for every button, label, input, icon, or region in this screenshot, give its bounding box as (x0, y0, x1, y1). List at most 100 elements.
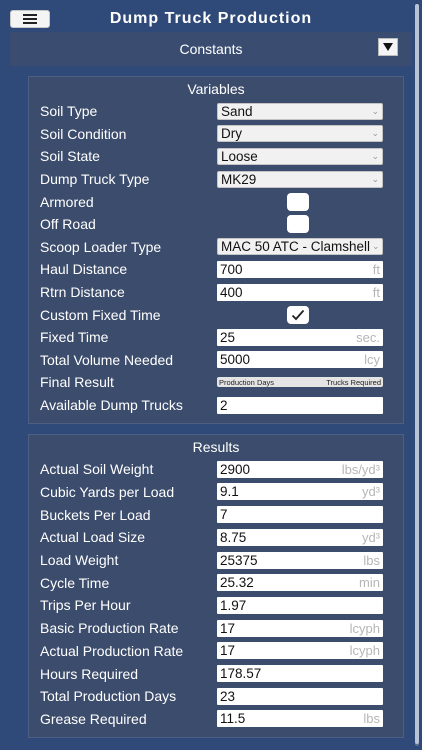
trips-per-hour-label: Trips Per Hour (40, 597, 131, 614)
basic-production-rate-output: 17 lcyph (217, 619, 383, 637)
cycle-time-row: Cycle Time 25.32 min (29, 572, 405, 595)
scoop-loader-type-label: Scoop Loader Type (40, 238, 162, 255)
grease-required-unit: lbs (363, 711, 380, 727)
basic-production-rate-row: Basic Production Rate 17 lcyph (29, 617, 405, 640)
armored-row: Armored (29, 190, 405, 213)
available-dump-trucks-input[interactable]: 2 (217, 396, 383, 414)
triangle-down-icon (383, 43, 393, 51)
custom-fixed-time-checkbox[interactable] (287, 305, 309, 324)
armored-checkbox[interactable] (287, 192, 309, 211)
top-bar: Dump Truck Production (0, 0, 422, 36)
total-volume-label: Total Volume Needed (40, 351, 174, 368)
actual-production-rate-label: Actual Production Rate (40, 642, 184, 659)
fixed-time-input[interactable]: 25 sec. (217, 328, 383, 346)
dump-truck-type-row: Dump Truck Type MK29 ⌄ (29, 168, 405, 191)
soil-type-row: Soil Type Sand ⌄ (29, 100, 405, 123)
actual-load-size-row: Actual Load Size 8.75 yd³ (29, 526, 405, 549)
cubic-yards-per-load-value: 9.1 (220, 484, 239, 500)
available-dump-trucks-label: Available Dump Trucks (40, 397, 183, 414)
grease-required-label: Grease Required (40, 710, 147, 727)
trips-per-hour-output: 1.97 (217, 596, 383, 614)
haul-distance-input[interactable]: 700 ft (217, 260, 383, 278)
total-production-days-value: 23 (220, 688, 236, 704)
constants-section-header[interactable]: Constants (10, 32, 412, 66)
off-road-row: Off Road (29, 213, 405, 236)
actual-soil-weight-label: Actual Soil Weight (40, 461, 154, 478)
cubic-yards-per-load-row: Cubic Yards per Load 9.1 yd³ (29, 481, 405, 504)
scrollbar-thumb[interactable] (415, 4, 419, 744)
dump-truck-type-select[interactable]: MK29 ⌄ (217, 170, 383, 188)
trucks-required-option[interactable]: Trucks Required (326, 378, 381, 387)
chevron-down-icon: ⌄ (371, 105, 379, 116)
total-production-days-label: Total Production Days (40, 688, 177, 705)
scoop-loader-type-select[interactable]: MAC 50 ATC - Clamshell ⌄ (217, 238, 383, 256)
rtrn-distance-input[interactable]: 400 ft (217, 283, 383, 301)
trips-per-hour-value: 1.97 (220, 597, 247, 613)
soil-condition-select[interactable]: Dry ⌄ (217, 125, 383, 143)
actual-production-rate-unit: lcyph (349, 643, 380, 659)
basic-production-rate-value: 17 (220, 620, 236, 636)
production-days-option[interactable]: Production Days (219, 378, 274, 387)
basic-production-rate-unit: lcyph (349, 620, 380, 636)
soil-type-select[interactable]: Sand ⌄ (217, 102, 383, 120)
armored-label: Armored (40, 193, 94, 210)
constants-expand-button[interactable] (378, 38, 398, 56)
fixed-time-value: 25 (220, 329, 236, 345)
chevron-down-icon: ⌄ (371, 173, 379, 184)
rtrn-distance-label: Rtrn Distance (40, 284, 125, 301)
cycle-time-label: Cycle Time (40, 574, 110, 591)
actual-production-rate-value: 17 (220, 643, 236, 659)
actual-load-size-output: 8.75 yd³ (217, 528, 383, 546)
chevron-down-icon: ⌄ (371, 150, 379, 161)
off-road-label: Off Road (40, 216, 96, 233)
rtrn-distance-value: 400 (220, 284, 243, 300)
grease-required-value: 11.5 (220, 711, 246, 727)
hours-required-output: 178.57 (217, 665, 383, 683)
chevron-down-icon: ⌄ (372, 241, 380, 252)
dump-truck-type-value: MK29 (221, 171, 257, 187)
results-title: Results (192, 439, 240, 455)
total-volume-input[interactable]: 5000 lcy (217, 351, 383, 369)
available-dump-trucks-row: Available Dump Trucks 2 (29, 394, 405, 417)
scoop-loader-type-value: MAC 50 ATC - Clamshell (221, 239, 371, 255)
checkmark-icon (291, 309, 305, 321)
basic-production-rate-label: Basic Production Rate (40, 620, 179, 637)
actual-soil-weight-row: Actual Soil Weight 2900 lbs/yd³ (29, 458, 405, 481)
final-result-row: Final Result Production Days Trucks Requ… (29, 371, 405, 394)
trips-per-hour-row: Trips Per Hour 1.97 (29, 594, 405, 617)
hours-required-value: 178.57 (220, 666, 262, 682)
menu-button[interactable] (10, 10, 50, 28)
scoop-loader-type-row: Scoop Loader Type MAC 50 ATC - Clamshell… (29, 236, 405, 259)
haul-distance-row: Haul Distance 700 ft (29, 258, 405, 281)
soil-state-value: Loose (221, 148, 258, 164)
variables-panel: Variables Soil Type Sand ⌄ Soil Conditio… (28, 76, 404, 424)
final-result-toggle[interactable]: Production Days Trucks Required (217, 377, 383, 388)
soil-condition-row: Soil Condition Dry ⌄ (29, 123, 405, 146)
off-road-checkbox[interactable] (287, 215, 309, 234)
total-volume-value: 5000 (220, 352, 251, 368)
results-panel: Results Actual Soil Weight 2900 lbs/yd³ … (28, 434, 404, 738)
load-weight-label: Load Weight (40, 552, 119, 569)
custom-fixed-time-label: Custom Fixed Time (40, 306, 161, 323)
soil-state-label: Soil State (40, 148, 100, 165)
haul-distance-unit: ft (372, 261, 380, 277)
cubic-yards-per-load-output: 9.1 yd³ (217, 483, 383, 501)
rtrn-distance-row: Rtrn Distance 400 ft (29, 281, 405, 304)
actual-load-size-label: Actual Load Size (40, 529, 146, 546)
fixed-time-unit: sec. (356, 329, 380, 345)
total-volume-unit: lcy (364, 352, 380, 368)
actual-load-size-unit: yd³ (361, 529, 380, 545)
app-title: Dump Truck Production (109, 10, 313, 27)
total-production-days-row: Total Production Days 23 (29, 685, 405, 708)
custom-fixed-time-row: Custom Fixed Time (29, 303, 405, 326)
dump-truck-type-label: Dump Truck Type (40, 171, 150, 188)
final-result-label: Final Result (40, 374, 114, 391)
buckets-per-load-value: 7 (220, 507, 228, 523)
soil-state-select[interactable]: Loose ⌄ (217, 147, 383, 165)
cubic-yards-per-load-label: Cubic Yards per Load (40, 483, 175, 500)
scrollbar[interactable] (415, 4, 419, 746)
actual-soil-weight-value: 2900 (220, 461, 251, 477)
chevron-down-icon: ⌄ (371, 128, 379, 139)
haul-distance-value: 700 (220, 261, 243, 277)
load-weight-row: Load Weight 25375 lbs (29, 549, 405, 572)
